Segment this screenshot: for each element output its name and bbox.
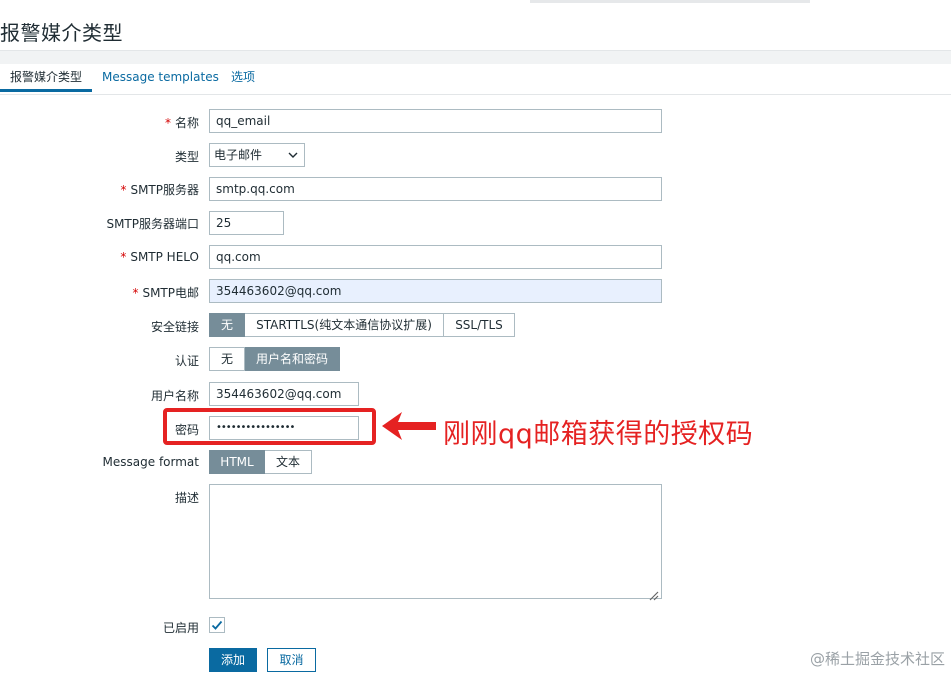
arrow-left-icon (382, 412, 438, 444)
page-title: 报警媒介类型 (0, 21, 123, 45)
header-separator (0, 50, 951, 65)
tab-media-type[interactable]: 报警媒介类型 (0, 64, 92, 92)
security-radio-group: 无 STARTTLS(纯文本通信协议扩展) SSL/TLS (209, 313, 515, 337)
message-format-radio-group: HTML 文本 (209, 450, 312, 474)
auth-radio-group: 无 用户名和密码 (209, 347, 340, 371)
username-input[interactable]: 354463602@qq.com (209, 382, 359, 406)
name-label: * 名称 (164, 116, 199, 130)
password-highlight-box (163, 408, 376, 445)
smtp-email-label: * SMTP电邮 (132, 286, 199, 300)
smtp-helo-input[interactable]: qq.com (209, 245, 662, 269)
message-format-option-text[interactable]: 文本 (265, 450, 312, 474)
enabled-label: 已启用 (162, 621, 199, 635)
smtp-helo-label: * SMTP HELO (120, 250, 199, 264)
chevron-down-icon (288, 144, 298, 173)
auth-label: 认证 (174, 354, 199, 368)
auth-option-none[interactable]: 无 (209, 347, 245, 371)
required-marker: * (164, 116, 171, 130)
annotation-text: 刚刚qq邮箱获得的授权码 (443, 419, 754, 450)
required-marker: * (120, 183, 127, 197)
name-input[interactable]: qq_email (209, 109, 662, 133)
enabled-checkbox[interactable] (209, 617, 225, 633)
description-label: 描述 (174, 491, 199, 505)
smtp-email-input[interactable]: 354463602@qq.com (209, 279, 662, 303)
security-option-ssl-tls[interactable]: SSL/TLS (444, 313, 515, 337)
required-marker: * (132, 286, 139, 300)
type-select[interactable]: 电子邮件 (209, 143, 305, 167)
tab-options[interactable]: 选项 (231, 64, 255, 92)
message-format-label: Message format (102, 455, 199, 469)
smtp-port-input[interactable]: 25 (209, 211, 284, 235)
required-marker: * (120, 250, 127, 264)
add-button[interactable]: 添加 (209, 648, 257, 672)
description-textarea[interactable] (209, 484, 662, 601)
type-select-value: 电子邮件 (214, 148, 263, 162)
security-option-none[interactable]: 无 (209, 313, 245, 337)
resize-grip-icon[interactable] (649, 586, 659, 601)
smtp-server-label: * SMTP服务器 (120, 183, 199, 197)
tab-message-templates[interactable]: Message templates (102, 64, 219, 92)
cancel-button[interactable]: 取消 (267, 648, 316, 672)
page-header: 报警媒介类型 (0, 6, 951, 50)
security-label: 安全链接 (150, 320, 199, 334)
smtp-server-input[interactable]: smtp.qq.com (209, 177, 662, 201)
smtp-port-label: SMTP服务器端口 (106, 217, 199, 231)
type-label: 类型 (174, 150, 199, 164)
watermark: @稀土掘金技术社区 (809, 650, 945, 668)
message-format-option-html[interactable]: HTML (209, 450, 265, 474)
tab-bar: 报警媒介类型 Message templates 选项 (0, 64, 951, 95)
security-option-starttls[interactable]: STARTTLS(纯文本通信协议扩展) (245, 313, 444, 337)
username-label: 用户名称 (150, 389, 199, 403)
auth-option-username-password[interactable]: 用户名和密码 (245, 347, 340, 371)
